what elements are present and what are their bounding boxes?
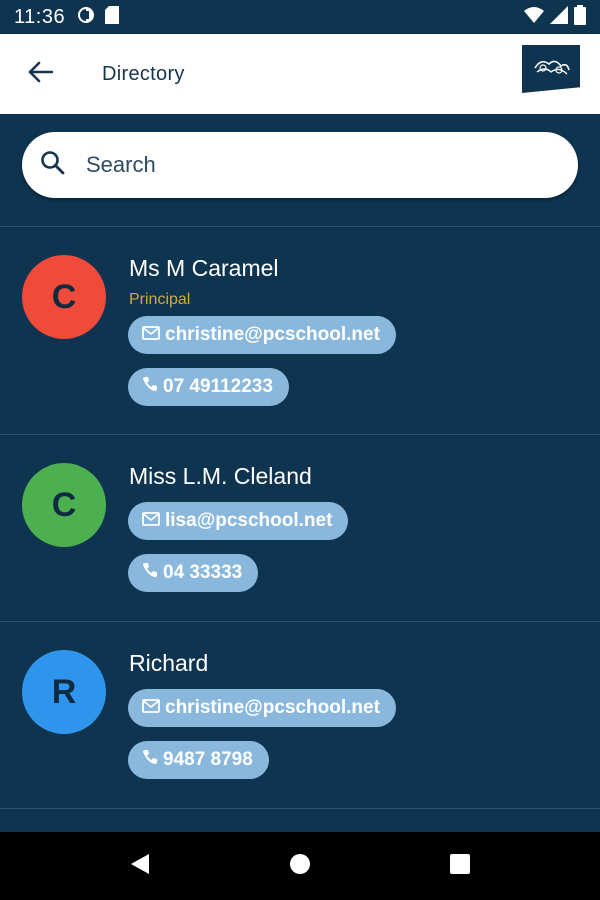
- circle-home-icon: [289, 853, 311, 880]
- mail-icon: [142, 697, 165, 719]
- contact-name: Miss L.M. Cleland: [129, 463, 312, 489]
- signal-icon: [550, 5, 568, 29]
- phone-icon: [142, 749, 163, 771]
- avatar-initial: C: [51, 485, 77, 524]
- email-text: christine@pcschool.net: [165, 697, 380, 718]
- phone-text: 07 49112233: [163, 376, 273, 397]
- email-text: lisa@pcschool.net: [165, 510, 333, 531]
- contact-item[interactable]: R Richard christine@pcschool.net 9487 87…: [0, 622, 600, 808]
- email-chip[interactable]: christine@pcschool.net: [128, 316, 396, 354]
- triangle-back-icon: [129, 852, 151, 881]
- search-bar: [22, 132, 578, 198]
- nav-back-button[interactable]: [110, 836, 170, 896]
- email-chip[interactable]: christine@pcschool.net: [128, 689, 396, 727]
- search-box[interactable]: [22, 132, 578, 198]
- phone-chip[interactable]: 9487 8798: [128, 741, 269, 779]
- search-input[interactable]: [86, 152, 526, 178]
- avatar: C: [22, 255, 106, 339]
- contact-role: Principal: [129, 291, 191, 308]
- app-bar: Directory: [0, 34, 600, 114]
- wifi-icon: [524, 6, 544, 29]
- phone-text: 9487 8798: [163, 749, 253, 770]
- phone-chip[interactable]: 04 33333: [128, 554, 259, 592]
- contact-item[interactable]: C Ms M Caramel Principal christine@pcsch…: [0, 227, 600, 434]
- avatar-initial: C: [51, 277, 77, 316]
- status-time: 11:36: [14, 5, 66, 28]
- status-bar: 11:36: [0, 0, 600, 34]
- back-button[interactable]: [0, 34, 80, 114]
- page-title: Directory: [102, 62, 185, 85]
- school-logo: [522, 45, 580, 93]
- nav-recents-button[interactable]: [430, 836, 490, 896]
- phone-chip[interactable]: 07 49112233: [128, 368, 289, 406]
- avatar-initial: R: [51, 672, 77, 711]
- sd-card-icon: [105, 5, 120, 29]
- search-icon: [40, 150, 66, 181]
- contact-name: Ms M Caramel: [129, 255, 279, 281]
- battery-icon: [574, 4, 586, 30]
- phone-text: 04 33333: [163, 562, 243, 583]
- contact-name: Richard: [129, 650, 209, 676]
- sync-icon: [77, 6, 95, 29]
- phone-icon: [142, 562, 163, 584]
- avatar: C: [22, 463, 106, 547]
- phone-icon: [142, 376, 163, 398]
- divider: [0, 808, 600, 809]
- system-nav-bar: [0, 832, 600, 900]
- square-recents-icon: [449, 853, 471, 880]
- email-text: christine@pcschool.net: [165, 324, 380, 345]
- email-chip[interactable]: lisa@pcschool.net: [128, 502, 349, 540]
- mail-icon: [142, 324, 165, 346]
- mail-icon: [142, 510, 165, 532]
- nav-home-button[interactable]: [270, 836, 330, 896]
- contact-item[interactable]: C Miss L.M. Cleland lisa@pcschool.net 04…: [0, 435, 600, 621]
- avatar: R: [22, 650, 106, 734]
- arrow-left-icon: [27, 61, 54, 88]
